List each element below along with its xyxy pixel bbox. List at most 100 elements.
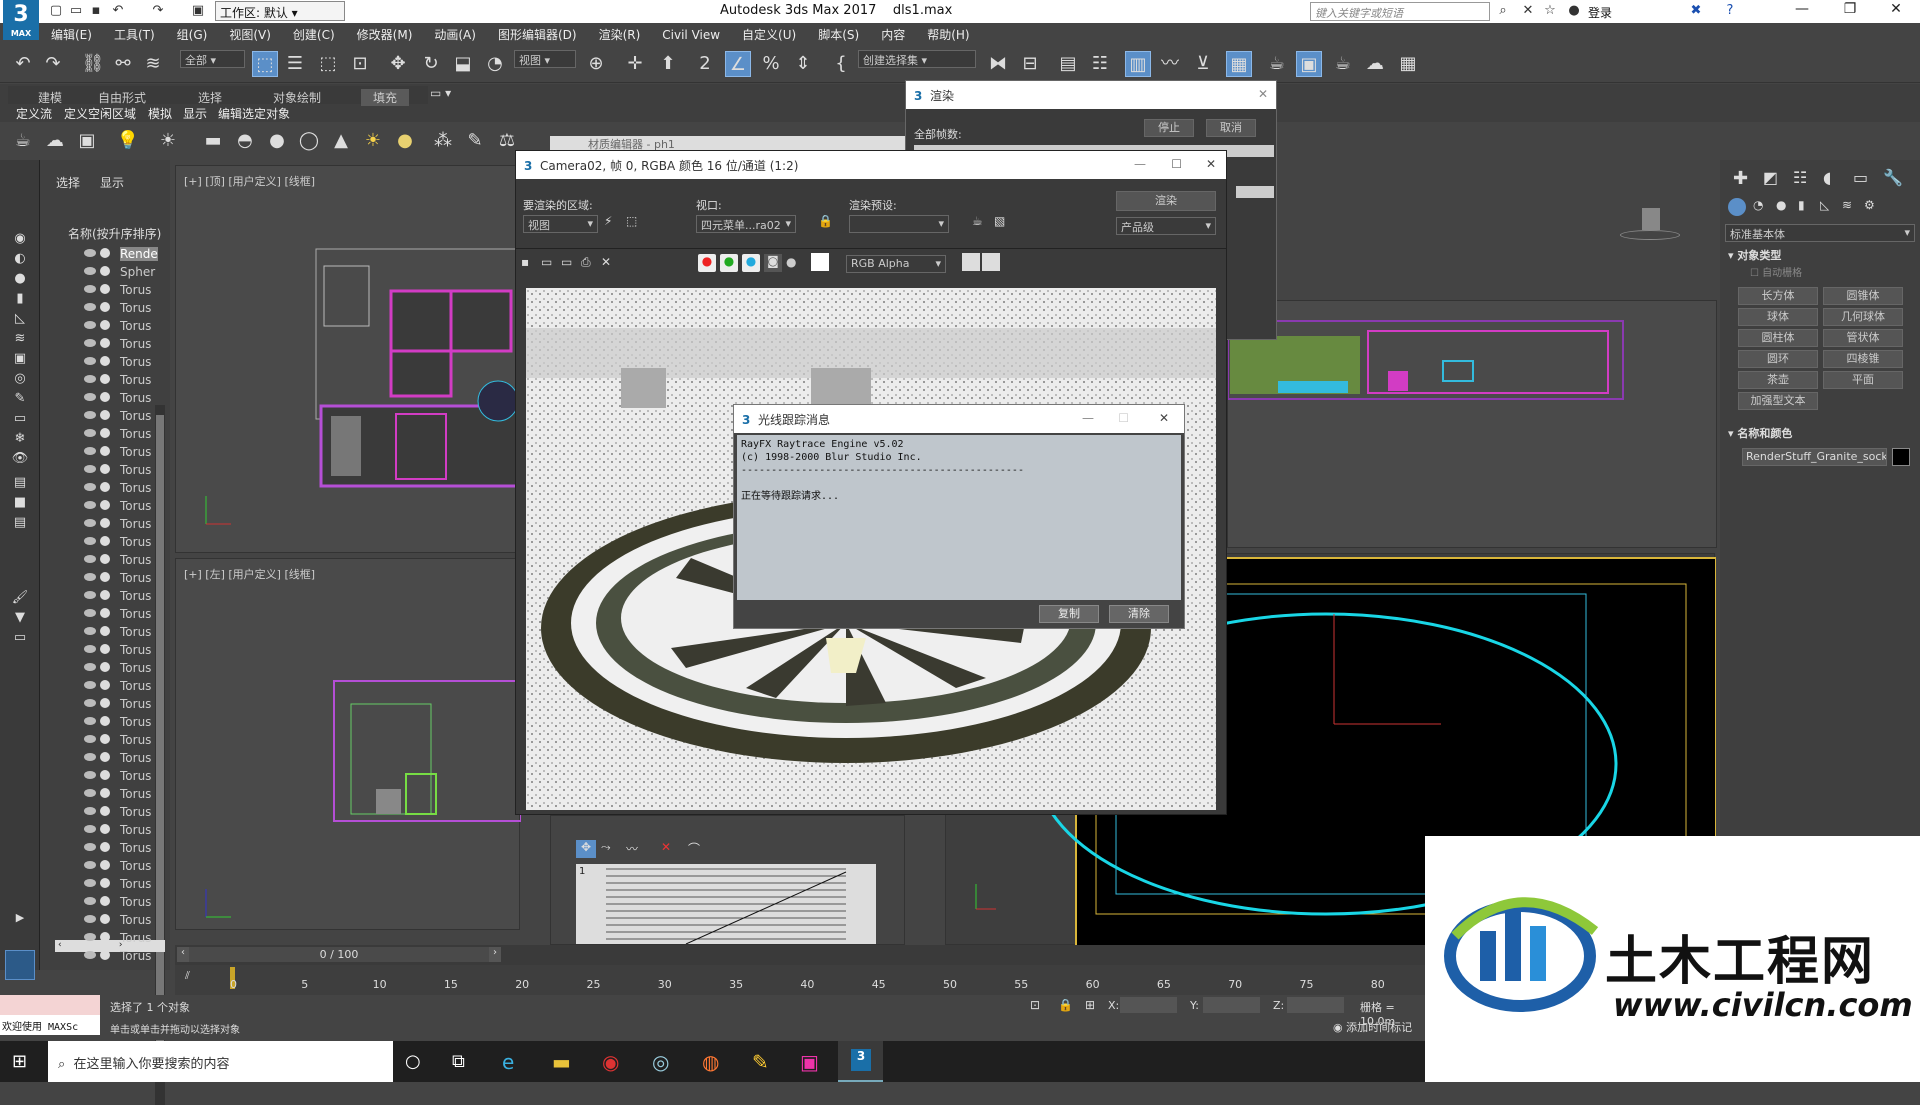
ribbon-toggle-icon[interactable]: ▥ [1125, 51, 1151, 77]
tools-icon[interactable]: ✕ [1520, 3, 1536, 19]
render-toggle-icon[interactable] [100, 464, 110, 474]
y-coord-field[interactable] [1203, 997, 1260, 1013]
scene-list-item[interactable]: Torus [78, 893, 158, 911]
visibility-eye-icon[interactable] [84, 645, 96, 653]
render-frame-icon[interactable]: ▣ [74, 128, 100, 154]
edit-region-icon[interactable]: ⚡ [604, 214, 612, 228]
menu-item[interactable]: Civil View [651, 25, 731, 45]
render-toggle-icon[interactable] [100, 824, 110, 834]
object-type-button[interactable]: 平面 [1823, 371, 1903, 389]
object-type-button[interactable]: 圆锥体 [1823, 287, 1903, 305]
visibility-eye-icon[interactable] [84, 843, 96, 851]
menu-item[interactable]: 图形编辑器(D) [487, 23, 588, 46]
list-icon[interactable]: ▤ [7, 510, 33, 536]
scene-list-item[interactable]: Torus [78, 695, 158, 713]
edit-named-sel-icon[interactable]: { [828, 51, 854, 77]
visibility-eye-icon[interactable] [84, 735, 96, 743]
restore-button[interactable]: ❐ [1828, 1, 1872, 21]
notepad-icon[interactable]: ✎ [752, 1050, 769, 1074]
snap-toggle-icon[interactable]: 2 [692, 51, 718, 77]
sphere-icon[interactable]: ● [264, 128, 290, 154]
menu-item[interactable]: 组(G) [166, 23, 219, 46]
red-channel-icon[interactable]: ● [698, 254, 716, 272]
visibility-eye-icon[interactable] [84, 267, 96, 275]
visibility-eye-icon[interactable] [84, 681, 96, 689]
lights-icon[interactable]: ● [1776, 198, 1786, 212]
object-type-button[interactable]: 圆环 [1738, 350, 1818, 368]
scene-list-item[interactable]: Torus [78, 731, 158, 749]
render-toggle-icon[interactable] [100, 536, 110, 546]
time-slider[interactable]: 0 / 100 [189, 947, 489, 962]
copy-button[interactable]: 复制 [1039, 605, 1099, 623]
clone-window-icon[interactable]: ▭ [561, 255, 572, 269]
visibility-eye-icon[interactable] [84, 429, 96, 437]
undo-icon[interactable]: ↶ [110, 3, 126, 19]
app-icon-shell[interactable]: ◎ [652, 1050, 669, 1074]
render-toggle-icon[interactable] [100, 680, 110, 690]
render-toggle-icon[interactable] [100, 788, 110, 798]
render-toggle-icon[interactable] [100, 374, 110, 384]
app-logo[interactable]: 3 MAX [3, 0, 39, 40]
move-keys-icon[interactable]: ✥ [576, 840, 596, 858]
box-icon[interactable]: ▬ [200, 128, 226, 154]
select-object-icon[interactable]: ⬚ [252, 51, 278, 77]
sunlight-icon[interactable]: ☀ [360, 128, 386, 154]
help-icon[interactable]: ? [1722, 3, 1738, 19]
autogrid-checkbox[interactable]: ☐ 自动栅格 [1750, 264, 1802, 279]
render-toggle-icon[interactable] [100, 626, 110, 636]
material-editor-icon[interactable]: ▦ [1226, 51, 1252, 77]
particle-icon[interactable]: ⁂ [430, 128, 456, 154]
insert-keys-icon[interactable]: 〰 [626, 840, 638, 857]
scene-list-item[interactable]: Torus [78, 713, 158, 731]
workspace-dropdown[interactable]: 工作区: 默认 ▾ [215, 1, 345, 21]
visibility-eye-icon[interactable] [84, 501, 96, 509]
systems-icon[interactable]: ⚙ [1864, 198, 1875, 212]
render-toggle-icon[interactable] [100, 842, 110, 852]
render-toggle-icon[interactable] [100, 266, 110, 276]
render-toggle-icon[interactable] [100, 500, 110, 510]
visibility-eye-icon[interactable] [84, 915, 96, 923]
curve-mini-icon[interactable]: ⫽ [185, 969, 190, 983]
scene-tab-select[interactable]: 选择 [56, 174, 80, 191]
menu-item[interactable]: 编辑(E) [40, 23, 103, 46]
scene-tab-display[interactable]: 显示 [100, 174, 124, 191]
percent-snap-icon[interactable]: % [758, 51, 784, 77]
ribbon-subtab[interactable]: 定义空闲区域 [64, 105, 136, 122]
visibility-eye-icon[interactable] [84, 753, 96, 761]
cone-icon[interactable]: ▲ [328, 128, 354, 154]
menu-item[interactable]: 渲染(R) [588, 23, 652, 46]
search-input[interactable]: 键入关键字或短语 [1310, 2, 1490, 21]
cameras-icon[interactable]: ▮ [1798, 198, 1805, 212]
selection-filter-dropdown[interactable]: 全部 ▾ [180, 50, 245, 68]
rt-minimize-button[interactable]: — [1082, 411, 1094, 425]
scene-list-item[interactable]: Torus [78, 839, 158, 857]
schematic-icon[interactable]: ⊻ [1190, 51, 1216, 77]
object-color-swatch[interactable] [1892, 448, 1910, 466]
viewport-dropdown[interactable]: 四元菜单...ra02 ▾ [696, 215, 796, 233]
rt-close-button[interactable]: ✕ [1159, 411, 1169, 425]
project-icon[interactable]: ▣ [190, 3, 206, 19]
render-toggle-icon[interactable] [100, 716, 110, 726]
visibility-eye-icon[interactable] [84, 663, 96, 671]
time-prev-button[interactable]: ‹ [177, 947, 189, 962]
render-toggle-icon[interactable] [100, 428, 110, 438]
rf-close-button[interactable]: ✕ [1206, 157, 1216, 171]
unlink-icon[interactable]: ⚯ [110, 51, 136, 77]
menu-item[interactable]: 修改器(M) [346, 23, 424, 46]
name-color-header[interactable]: ▾ 名称和颜色 [1728, 425, 1792, 441]
ribbon-subtab[interactable]: 编辑选定对象 [218, 105, 290, 122]
scene-list-item[interactable]: Torus [78, 425, 158, 443]
scale-icon[interactable]: ⬓ [450, 51, 476, 77]
visibility-eye-icon[interactable] [84, 627, 96, 635]
star-icon[interactable]: ☆ [1542, 3, 1558, 19]
visibility-eye-icon[interactable] [84, 573, 96, 581]
render-toggle-icon[interactable] [100, 806, 110, 816]
visibility-eye-icon[interactable] [84, 357, 96, 365]
torus-icon[interactable]: ◯ [296, 128, 322, 154]
scene-list-item[interactable]: Torus [78, 317, 158, 335]
bind-space-warp-icon[interactable]: ≋ [140, 51, 166, 77]
maxscript-listener-mini[interactable] [0, 995, 100, 1015]
object-type-button[interactable]: 长方体 [1738, 287, 1818, 305]
area-dropdown[interactable]: 视图 ▾ [523, 215, 598, 233]
visibility-eye-icon[interactable] [84, 897, 96, 905]
